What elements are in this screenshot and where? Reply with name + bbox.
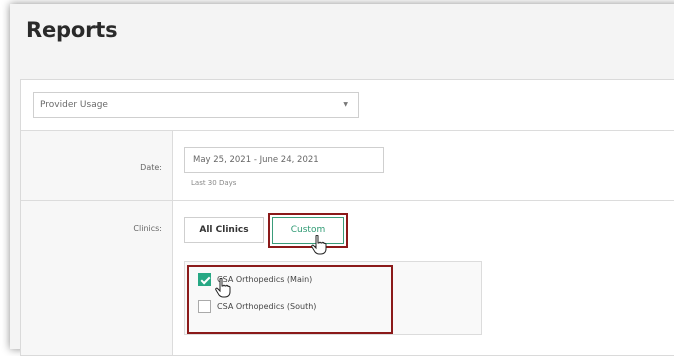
page-title: Reports xyxy=(26,18,118,42)
report-panel: Provider Usage ▼ Date: May 25, 2021 - Ju… xyxy=(20,79,674,356)
checkbox-checked[interactable] xyxy=(198,273,211,286)
clinic-option-label: CSA Orthopedics (South) xyxy=(217,302,317,311)
report-type-value: Provider Usage xyxy=(40,100,108,110)
clinics-label: Clinics: xyxy=(133,224,162,233)
all-clinics-button[interactable]: All Clinics xyxy=(184,217,264,243)
date-range-value: May 25, 2021 - June 24, 2021 xyxy=(193,155,319,165)
report-type-select[interactable]: Provider Usage ▼ xyxy=(33,92,359,118)
clinic-option-label: CSA Orthopedics (Main) xyxy=(217,275,313,284)
date-range-hint: Last 30 Days xyxy=(191,179,237,187)
hand-pointer-icon xyxy=(311,235,327,255)
divider xyxy=(21,200,674,201)
custom-button[interactable]: Custom xyxy=(272,217,344,244)
reports-window: Reports Provider Usage ▼ Date: May 25, 2… xyxy=(10,4,674,356)
checkbox-unchecked[interactable] xyxy=(198,300,211,313)
caret-down-icon: ▼ xyxy=(343,101,348,108)
custom-button-highlight: Custom xyxy=(268,213,348,248)
hand-pointer-icon xyxy=(215,278,231,298)
date-range-input[interactable]: May 25, 2021 - June 24, 2021 xyxy=(184,147,384,173)
date-label: Date: xyxy=(140,163,162,172)
